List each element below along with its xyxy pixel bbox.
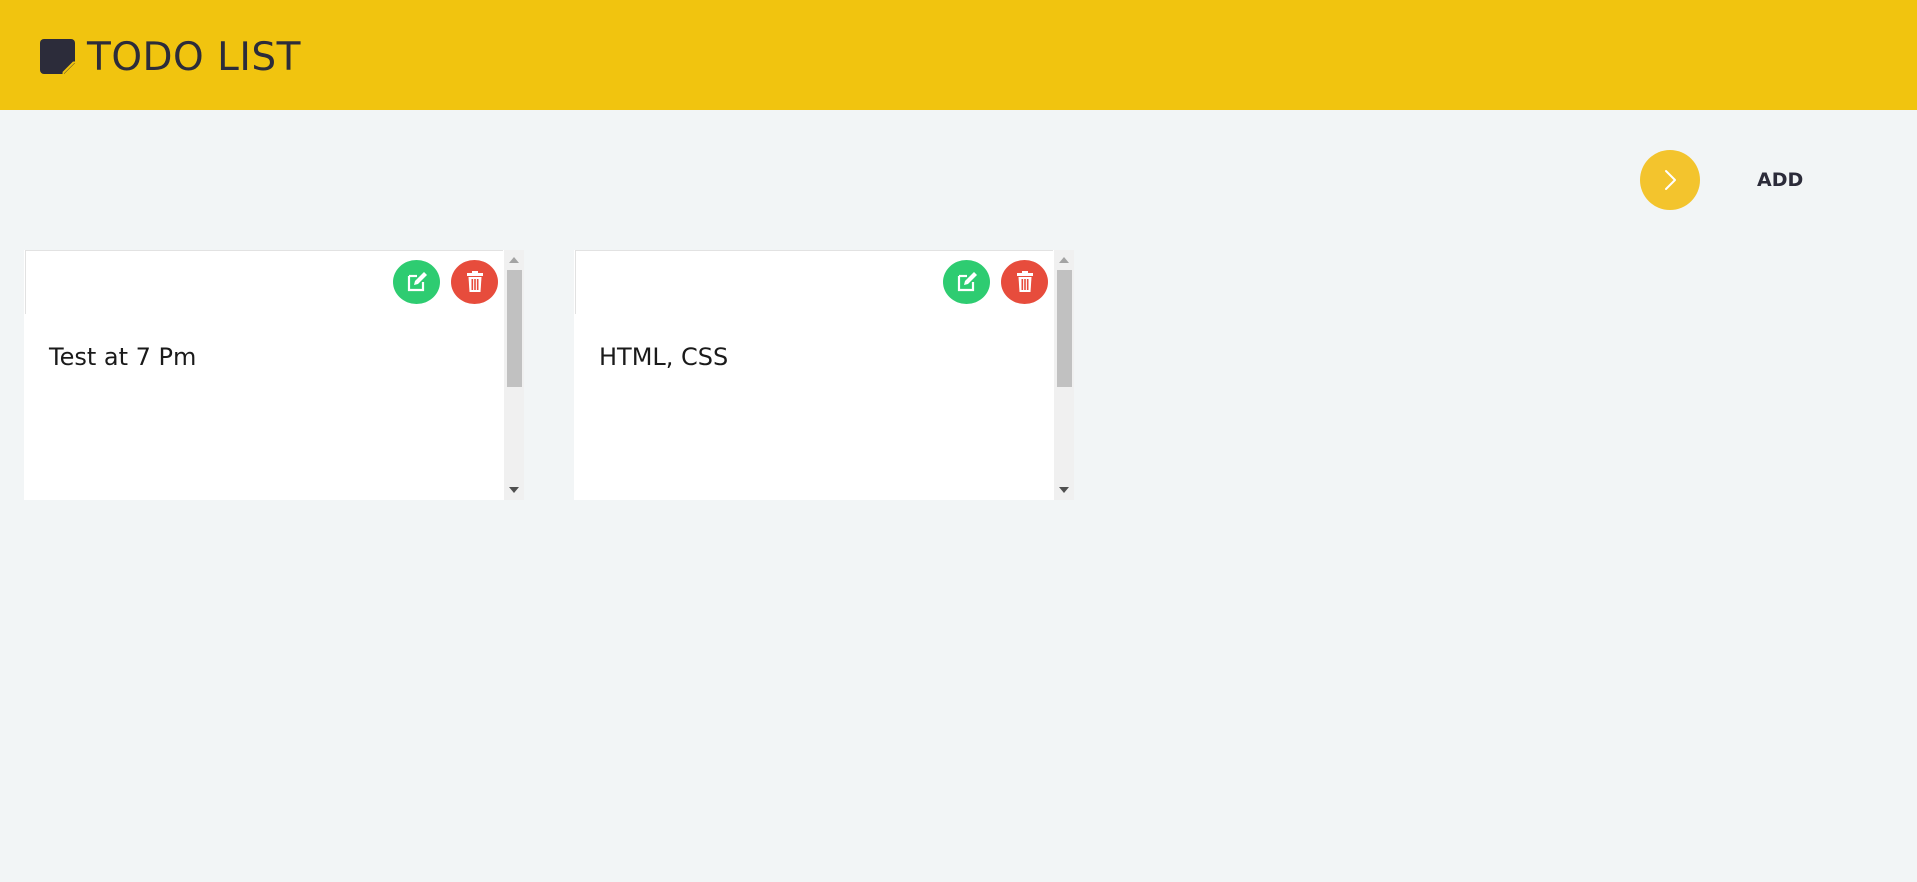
app-header: TODO LIST (0, 0, 1917, 110)
scroll-thumb[interactable] (507, 270, 522, 387)
scrollbar[interactable] (1054, 250, 1074, 500)
trash-icon (1016, 271, 1033, 292)
scroll-thumb[interactable] (1057, 270, 1072, 387)
sticky-note-icon (40, 39, 75, 74)
trash-icon (466, 271, 483, 292)
edit-icon (407, 272, 427, 292)
add-button[interactable] (1640, 150, 1700, 210)
delete-button[interactable] (451, 260, 498, 304)
note-text[interactable]: HTML, CSS (599, 340, 728, 374)
add-label[interactable]: ADD (1757, 168, 1803, 192)
scroll-down-arrow-icon[interactable] (504, 480, 524, 500)
scroll-up-arrow-icon[interactable] (1054, 250, 1074, 270)
edit-button[interactable] (943, 260, 990, 304)
note-card: Test at 7 Pm (24, 250, 524, 500)
scrollbar[interactable] (504, 250, 524, 500)
note-text[interactable]: Test at 7 Pm (49, 340, 196, 374)
note-card: HTML, CSS (574, 250, 1074, 500)
chevron-right-icon (1665, 170, 1676, 190)
delete-button[interactable] (1001, 260, 1048, 304)
scroll-up-arrow-icon[interactable] (504, 250, 524, 270)
app-title: TODO LIST (87, 35, 301, 80)
edit-icon (957, 272, 977, 292)
scroll-down-arrow-icon[interactable] (1054, 480, 1074, 500)
edit-button[interactable] (393, 260, 440, 304)
